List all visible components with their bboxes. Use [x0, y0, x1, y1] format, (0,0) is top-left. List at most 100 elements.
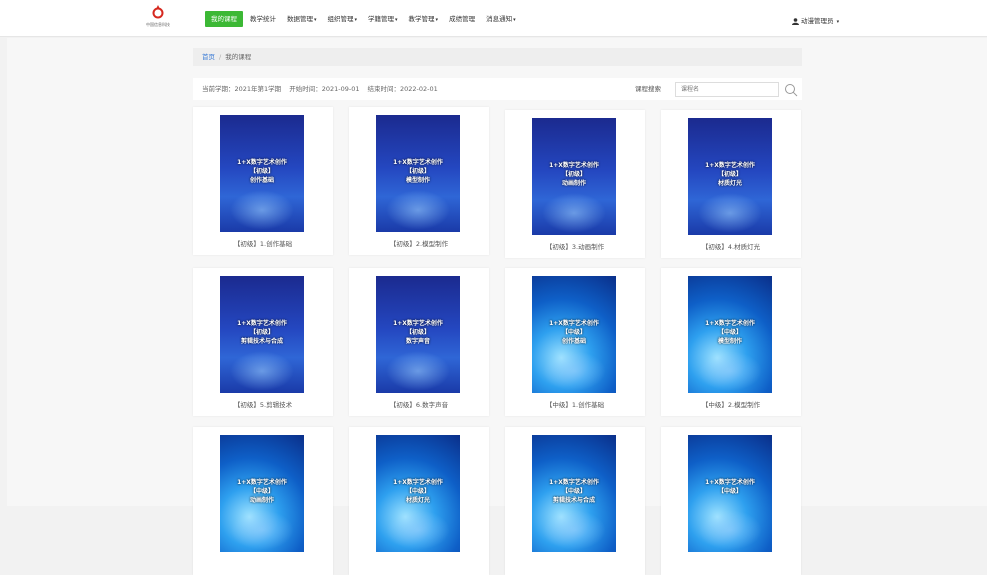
course-title[interactable]: 【初级】5.剪辑技术 [193, 399, 333, 409]
user-icon [792, 17, 799, 25]
nav-item-grade-management[interactable]: 成绩管理 [445, 11, 479, 27]
cover-text-line: 【中级】 [561, 329, 586, 336]
cover-text-line: 【初级】 [561, 171, 586, 178]
cover-glow [230, 351, 294, 391]
course-card[interactable]: 1+X数字艺术创作 【初级】 材质灯光【初级】4.材质灯光 [661, 110, 801, 258]
course-cover-image[interactable]: 1+X数字艺术创作 【中级】 [688, 435, 772, 552]
cover-glow [542, 510, 606, 550]
cover-text-line: 数字声音 [405, 338, 430, 345]
caret-down-icon: ▾ [314, 17, 317, 23]
cover-text-line: 1+X数字艺术创作 [705, 162, 755, 169]
cover-glow [230, 190, 294, 230]
course-title[interactable]: 【初级】3.动画制作 [505, 241, 645, 251]
course-card[interactable]: 1+X数字艺术创作 【初级】数字声音【初级】6.数字声音 [349, 268, 489, 416]
nav-label: 学籍管理 [368, 15, 395, 23]
course-cover-image[interactable]: 1+X数字艺术创作 【中级】剪辑技术与合成 [532, 435, 616, 552]
nav-item-org-management[interactable]: 组织管理▾ [324, 11, 362, 27]
course-card[interactable]: 1+X数字艺术创作 【初级】动画制作【初级】3.动画制作 [505, 110, 645, 258]
course-card[interactable]: 1+X数字艺术创作 【初级】 模型制作【初级】2.模型制作 [349, 107, 489, 255]
end-date: 结束时间：2022-02-01 [367, 85, 438, 93]
cover-text-line: 创作基础 [561, 338, 586, 345]
cover-text-line: 1+X数字艺术创作 [393, 320, 443, 327]
nav-item-notifications[interactable]: 消息通知▾ [482, 11, 520, 27]
cover-glow [698, 510, 762, 550]
start-date: 开始时间：2021-09-01 [289, 85, 360, 93]
course-cover-image[interactable]: 1+X数字艺术创作 【初级】动画制作 [532, 118, 616, 235]
user-menu[interactable]: 动漫管理员 ▾ [792, 15, 839, 25]
site-logo[interactable]: 中国信息科技 [143, 5, 173, 31]
cover-text-line: 剪辑技术与合成 [552, 497, 595, 504]
course-cover-image[interactable]: 1+X数字艺术创作 【初级】数字声音 [376, 276, 460, 393]
course-cover-image[interactable]: 1+X数字艺术创作 【初级】创作基础 [220, 115, 304, 232]
cover-text-line: 1+X数字艺术创作 [549, 320, 599, 327]
cover-text-line: 1+X数字艺术创作 [237, 159, 287, 166]
cover-text-line: 【初级】 [249, 168, 274, 175]
course-card[interactable]: 1+X数字艺术创作 【中级】 [661, 427, 801, 575]
nav-item-data-management[interactable]: 数据管理▾ [283, 11, 321, 27]
caret-down-icon: ▾ [395, 17, 398, 23]
course-title[interactable]: 【初级】4.材质灯光 [661, 241, 801, 251]
nav-item-enrollment-management[interactable]: 学籍管理▾ [364, 11, 402, 27]
top-navbar: 中国信息科技 我的课程 教学统计 数据管理▾ 组织管理▾ 学籍管理▾ 教学管理▾… [0, 0, 987, 37]
caret-down-icon: ▾ [435, 17, 439, 23]
cover-text-line: 【初级】 [405, 329, 430, 336]
cover-glow [230, 510, 294, 550]
breadcrumb-separator: / [219, 53, 222, 61]
caret-down-icon: ▾ [354, 17, 358, 23]
course-title[interactable]: 【初级】1.创作基础 [193, 238, 333, 248]
breadcrumb-home-link[interactable]: 首页 [202, 53, 215, 61]
logo-text: 中国信息科技 [146, 22, 170, 27]
course-cover-image[interactable]: 1+X数字艺术创作 【中级】 动画制作 [220, 435, 304, 552]
course-title[interactable]: 【中级】2.模型制作 [661, 399, 801, 409]
course-card[interactable]: 1+X数字艺术创作 【中级】创作基础【中级】1.创作基础 [505, 268, 645, 416]
course-cover-image[interactable]: 1+X数字艺术创作 【中级】创作基础 [532, 276, 616, 393]
cover-text-line: 1+X数字艺术创作 [549, 162, 599, 169]
course-card[interactable]: 1+X数字艺术创作 【中级】模型制作【中级】2.模型制作 [661, 268, 801, 416]
caret-down-icon: ▾ [513, 17, 516, 23]
course-title[interactable]: 【初级】2.模型制作 [349, 238, 489, 248]
cover-text-line: 【中级】 [717, 488, 742, 495]
course-card[interactable]: 1+X数字艺术创作 【中级】剪辑技术与合成 [505, 427, 645, 575]
search-label: 课程搜索 [635, 85, 661, 93]
cover-text-line: 动画制作 [561, 180, 586, 187]
course-title[interactable]: 【初级】6.数字声音 [349, 399, 489, 409]
course-card[interactable]: 1+X数字艺术创作 【初级】 剪辑技术与合成【初级】5.剪辑技术 [193, 268, 333, 416]
course-cover-image[interactable]: 1+X数字艺术创作 【中级】 材质灯光 [376, 435, 460, 552]
nav-item-teaching-stats[interactable]: 教学统计 [246, 11, 280, 27]
caret-down-icon: ▾ [836, 19, 840, 25]
cover-text-line: 【初级】 [405, 168, 430, 175]
course-card[interactable]: 1+X数字艺术创作 【中级】 材质灯光 [349, 427, 489, 575]
cover-glow [698, 351, 762, 391]
course-cover-image[interactable]: 1+X数字艺术创作 【中级】模型制作 [688, 276, 772, 393]
course-card[interactable]: 1+X数字艺术创作 【中级】 动画制作 [193, 427, 333, 575]
breadcrumb-current: 我的课程 [225, 53, 252, 61]
search-icon[interactable] [784, 83, 798, 97]
course-title[interactable]: 【中级】1.创作基础 [505, 399, 645, 409]
cover-text-line: 创作基础 [249, 177, 274, 184]
cover-text-line: 1+X数字艺术创作 [237, 479, 287, 486]
course-cover-image[interactable]: 1+X数字艺术创作 【初级】 剪辑技术与合成 [220, 276, 304, 393]
cover-text-line: 模型制作 [717, 338, 742, 345]
nav-label: 我的课程 [211, 15, 237, 23]
cover-text-line: 剪辑技术与合成 [240, 338, 283, 345]
course-card[interactable]: 1+X数字艺术创作 【初级】创作基础【初级】1.创作基础 [193, 107, 333, 255]
cover-text-line: 材质灯光 [717, 180, 742, 187]
nav-item-my-courses[interactable]: 我的课程 [205, 11, 243, 27]
current-semester: 当前学期：2021年第1学期 [202, 85, 282, 93]
breadcrumb: 首页 / 我的课程 [193, 48, 802, 66]
cover-glow [698, 193, 762, 233]
cover-text-line: 1+X数字艺术创作 [237, 320, 287, 327]
course-cover-image[interactable]: 1+X数字艺术创作 【初级】 模型制作 [376, 115, 460, 232]
course-cover-image[interactable]: 1+X数字艺术创作 【初级】 材质灯光 [688, 118, 772, 235]
cover-text-line: 1+X数字艺术创作 [549, 479, 599, 486]
nav-label: 教学统计 [250, 15, 276, 23]
cover-text-line: 材质灯光 [405, 497, 430, 504]
cover-text-line: 【中级】 [561, 488, 586, 495]
cover-glow [386, 190, 450, 230]
nav-item-teaching-management[interactable]: 教学管理▾ [405, 11, 443, 27]
course-search-input[interactable] [675, 82, 779, 97]
cover-text-line: 【中级】 [717, 329, 742, 336]
cover-text-line: 1+X数字艺术创作 [705, 320, 755, 327]
nav-label: 成绩管理 [449, 15, 476, 23]
cover-glow [386, 510, 450, 550]
